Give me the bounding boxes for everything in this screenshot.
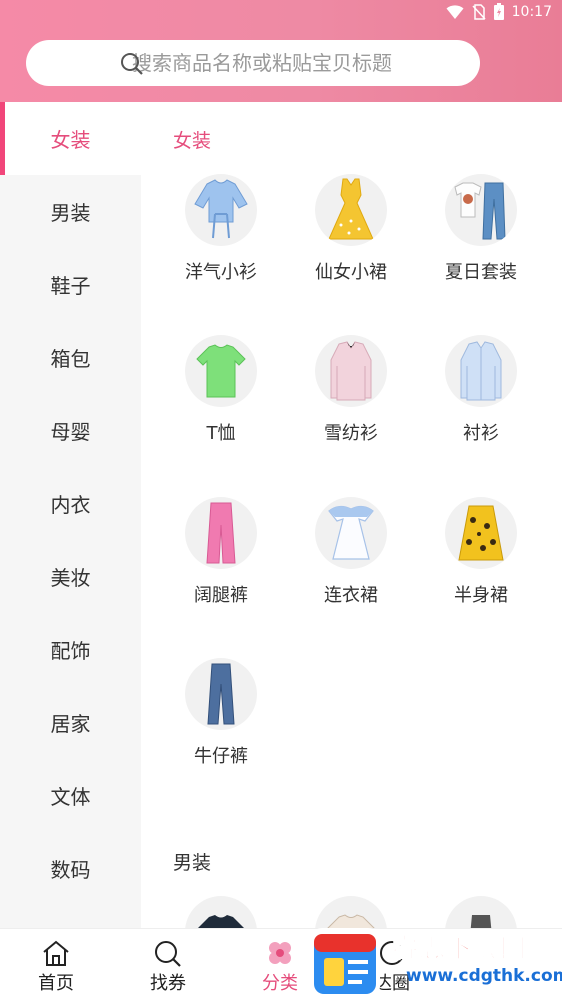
search-icon [121, 53, 143, 75]
category-item-label: 夏日套装 [445, 262, 517, 283]
search-bar[interactable] [26, 40, 480, 86]
chiffon-shirt-image [315, 335, 387, 407]
sidebar-item-shoes[interactable]: 鞋子 [0, 248, 141, 321]
yellow-dress-image [315, 174, 387, 246]
sidebar-item-label: 男装 [50, 201, 91, 225]
header: 10:17 [0, 0, 562, 102]
sidebar-item-label: 内衣 [50, 493, 91, 517]
watermark-url: www.cdgthk.com [406, 966, 562, 986]
home-icon [43, 940, 69, 966]
nav-label: 首页 [38, 973, 74, 994]
category-item-white-dress[interactable]: 连衣裙 [286, 497, 416, 607]
nav-label: 找券 [150, 973, 186, 994]
sidebar-item-label: 鞋子 [50, 274, 91, 298]
sidebar-item-label: 箱包 [50, 347, 91, 371]
search-icon [155, 941, 181, 967]
category-item-tshirt[interactable]: T恤 [156, 335, 286, 445]
sidebar-item-accessories[interactable]: 配饰 [0, 613, 141, 686]
status-time: 10:17 [511, 3, 552, 20]
wide-pants-image [185, 497, 257, 569]
summer-set-image [445, 174, 517, 246]
category-item-label: T恤 [206, 423, 236, 444]
category-content: 女装 洋气小衫 仙女小裙 夏日套装 T恤 雪纺衫 衬衫 阔腿裤 连衣裙 半身裙 … [141, 102, 562, 928]
nav-label: 分类 [262, 973, 298, 994]
sidebar-item-label: 文体 [50, 785, 91, 809]
category-item-label: 衬衫 [463, 423, 499, 444]
jeans-image [185, 658, 257, 730]
sidebar-item-women[interactable]: 女装 [0, 102, 141, 175]
watermark-title: 睿思下载网 [391, 934, 528, 965]
no-sim-icon [472, 3, 486, 20]
sidebar-item-bags[interactable]: 箱包 [0, 321, 141, 394]
battery-icon [493, 3, 504, 20]
category-item-blouse[interactable]: 洋气小衫 [156, 174, 286, 284]
category-sidebar: 女装 男装 鞋子 箱包 母婴 内衣 美妆 配饰 居家 文体 数码 [0, 102, 141, 928]
wifi-icon [446, 4, 464, 19]
sidebar-item-baby[interactable]: 母婴 [0, 394, 141, 467]
sidebar-item-home[interactable]: 居家 [0, 686, 141, 759]
category-item-label: 连衣裙 [324, 585, 378, 606]
sidebar-item-underwear[interactable]: 内衣 [0, 467, 141, 540]
sidebar-item-label: 居家 [50, 712, 91, 736]
category-item-men-1[interactable] [156, 896, 286, 928]
section-title: 男装 [173, 852, 212, 874]
category-item-summer-set[interactable]: 夏日套装 [416, 174, 546, 284]
category-item-skirt[interactable]: 半身裙 [416, 497, 546, 607]
category-item-label: 半身裙 [454, 585, 508, 606]
sidebar-item-label: 美妆 [50, 566, 91, 590]
nav-home[interactable]: 首页 [0, 929, 112, 1000]
sidebar-item-label: 数码 [50, 858, 91, 882]
sidebar-item-label: 配饰 [50, 639, 91, 663]
category-item-label: 阔腿裤 [194, 585, 248, 606]
shirt-image [445, 335, 517, 407]
category-item-label: 牛仔裤 [194, 746, 248, 767]
sidebar-item-men[interactable]: 男装 [0, 175, 141, 248]
sidebar-item-beauty[interactable]: 美妆 [0, 540, 141, 613]
search-input[interactable] [94, 51, 480, 75]
sidebar-item-label: 女装 [50, 128, 91, 152]
white-dress-image [315, 497, 387, 569]
category-item-label: 仙女小裙 [315, 262, 387, 283]
category-item-label: 雪纺衫 [324, 423, 378, 444]
category-item-yellow-dress[interactable]: 仙女小裙 [286, 174, 416, 284]
sidebar-item-label: 母婴 [50, 420, 91, 444]
men-tshirt-image [185, 896, 257, 928]
watermark-logo [310, 928, 380, 998]
category-item-label: 洋气小衫 [185, 262, 257, 283]
category-item-shirt[interactable]: 衬衫 [416, 335, 546, 445]
sidebar-item-sports[interactable]: 文体 [0, 759, 141, 832]
floral-skirt-image [445, 497, 517, 569]
blouse-image [185, 174, 257, 246]
status-bar: 10:17 [0, 0, 562, 26]
category-item-jeans[interactable]: 牛仔裤 [156, 658, 286, 768]
green-tshirt-image [185, 335, 257, 407]
category-item-chiffon[interactable]: 雪纺衫 [286, 335, 416, 445]
section-title: 女装 [173, 130, 212, 152]
nav-coupons[interactable]: 找券 [112, 929, 224, 1000]
category-item-wide-pants[interactable]: 阔腿裤 [156, 497, 286, 607]
watermark: 睿思下载网 www.cdgthk.com [310, 924, 562, 1000]
flower-icon [269, 942, 291, 964]
sidebar-item-digital[interactable]: 数码 [0, 832, 141, 905]
